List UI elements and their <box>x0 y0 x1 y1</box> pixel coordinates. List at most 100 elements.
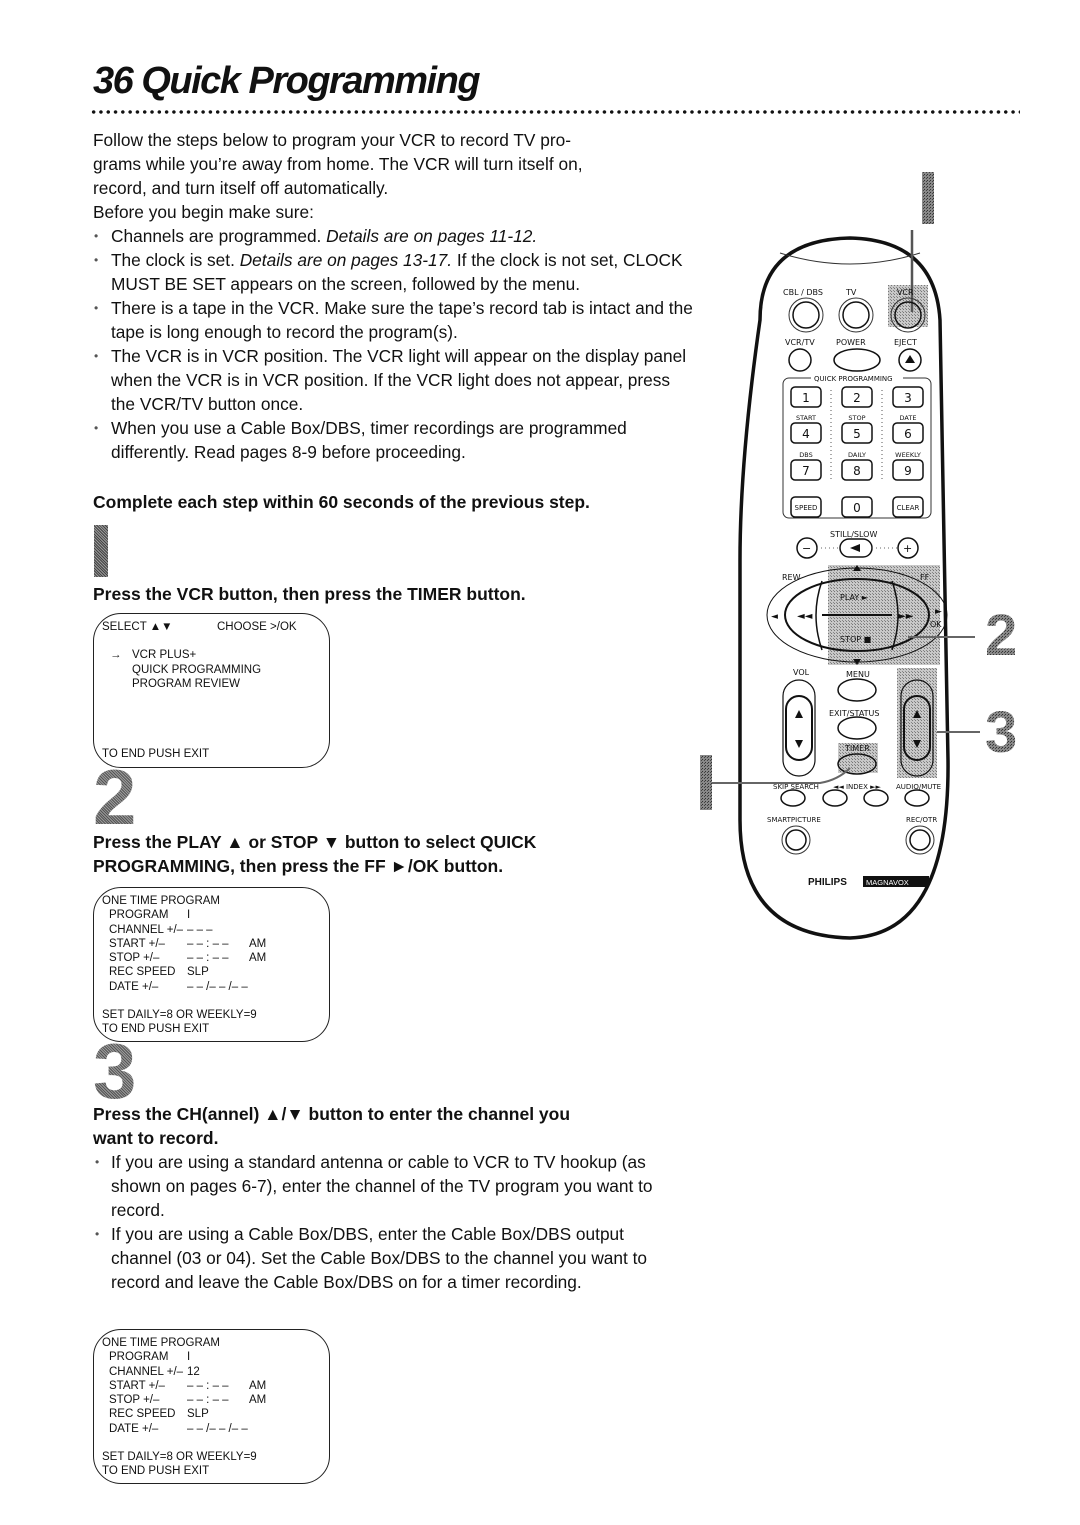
callout-step-2: 2 <box>985 603 1017 668</box>
keypad-key-label: 9 <box>904 464 912 478</box>
step-3-bullet: If you are using a standard antenna or c… <box>93 1150 683 1222</box>
step-1-screen: SELECT ▲▼ CHOOSE >/OK → VCR PLUS+ QUICK … <box>93 613 330 768</box>
label-rew: REW <box>782 573 801 582</box>
step-3-screen: ONE TIME PROGRAM PROGRAM I CHANNEL +/– 12 … <box>93 1329 330 1484</box>
keypad-key-label: 7 <box>802 464 810 478</box>
svg-text:+: + <box>903 542 912 555</box>
page-title: 36 Quick Programming <box>93 60 481 103</box>
screen-row: DATE +/– – – /– – /– – <box>109 1422 248 1435</box>
screen-row: REC SPEED SLP <box>109 1408 209 1421</box>
screen-row: DATE +/– – – /– – /– – <box>109 980 248 993</box>
intro-line: Follow the steps below to program your V… <box>93 130 571 150</box>
keypad-sublabel: DATE <box>900 414 917 422</box>
screen-footer: SET DAILY=8 OR WEEKLY=9 <box>102 1451 257 1464</box>
label-still-slow: STILL/SLOW <box>830 530 877 539</box>
screen-row: STOP +/– – – : – – AM <box>109 1394 267 1407</box>
prerequisite-item: Channels are programmed. Details are on … <box>93 224 693 248</box>
screen-row: START +/– – – : – – AM <box>109 937 267 950</box>
step-1-instruction: Press the VCR button, then press the TIM… <box>93 584 526 604</box>
label-smartpicture: SMARTPICTURE <box>767 816 821 824</box>
step-2-instruction: Press the PLAY ▲ or STOP ▼ button to sel… <box>93 832 537 876</box>
label-tv: TV <box>845 288 857 297</box>
keypad-key-label: 1 <box>802 391 810 405</box>
keypad-key-label: SPEED <box>795 504 818 512</box>
intro-line: record, and turn itself off automaticall… <box>93 178 389 198</box>
screen-row: PROGRAM I <box>109 909 191 922</box>
keypad-key-label: CLEAR <box>897 504 920 512</box>
keypad-sublabel: DBS <box>799 451 812 459</box>
brand-magnavox: MAGNAVOX <box>866 878 909 887</box>
label-menu: MENU <box>846 670 870 679</box>
callout-step-3: 3 <box>985 700 1017 765</box>
page-title-text: Quick Programming <box>141 60 480 102</box>
keypad-key-label: 6 <box>904 427 912 441</box>
screen-footer: SET DAILY=8 OR WEEKLY=9 <box>102 1009 257 1022</box>
step-1-marker-left <box>700 755 712 810</box>
step-2-screen: ONE TIME PROGRAM PROGRAM I CHANNEL +/– – –… <box>93 887 330 1042</box>
rewind-button[interactable]: ◄◄ <box>797 611 813 622</box>
arrow-right-icon: → <box>110 649 122 662</box>
remote-control-illustration: CBL / DBS TV VCR VCR/TV POWER EJECT QUIC… <box>700 172 1017 940</box>
keypad-sublabel: WEEKLY <box>895 451 921 459</box>
intro-line: Before you begin make sure: <box>93 202 314 222</box>
screen-menu-item: → VCR PLUS+ <box>102 648 321 662</box>
step-3-bullets: If you are using a standard antenna or c… <box>93 1150 683 1294</box>
left-arrow-icon: ◄ <box>771 612 778 622</box>
keypad-sublabel: DAILY <box>848 451 866 459</box>
keypad-key-label: 0 <box>853 501 861 515</box>
keypad-sublabel: START <box>796 414 816 422</box>
prerequisite-item: When you use a Cable Box/DBS, timer reco… <box>93 416 693 464</box>
intro-line: grams while you’re away from home. The V… <box>93 154 583 174</box>
screen-title: ONE TIME PROGRAM <box>102 895 220 907</box>
label-cbl-dbs: CBL / DBS <box>783 288 823 297</box>
fast-forward-button[interactable]: ►► <box>898 611 914 622</box>
step-3-number: 3 <box>93 1027 137 1115</box>
prerequisite-item: The VCR is in VCR position. The VCR ligh… <box>93 344 693 416</box>
label-ff: FF <box>920 573 930 582</box>
keypad-key-label: 3 <box>904 391 912 405</box>
label-power: POWER <box>836 338 866 347</box>
brand-philips: PHILIPS <box>808 877 847 888</box>
screen-menu-item: QUICK PROGRAMMING <box>132 663 262 676</box>
screen-row: CHANNEL +/– 12 <box>109 1365 200 1378</box>
timing-note: Complete each step within 60 seconds of … <box>93 492 590 512</box>
keypad-key-label: 8 <box>853 464 861 478</box>
label-quick-programming: QUICK PROGRAMMING <box>814 375 893 383</box>
step-1-number <box>94 525 108 577</box>
step-1-marker-top <box>922 172 934 224</box>
dotted-rule <box>90 108 1020 116</box>
label-vol: VOL <box>793 668 810 677</box>
prerequisite-item: The clock is set. Details are on pages 1… <box>93 248 693 296</box>
intro-paragraph: Follow the steps below to program your V… <box>93 128 693 224</box>
prerequisite-list: Channels are programmed. Details are on … <box>93 224 693 464</box>
label-eject: EJECT <box>894 338 917 347</box>
screen-row: START +/– – – : – – AM <box>109 1379 267 1392</box>
label-ok: OK <box>930 620 942 629</box>
screen-footer: TO END PUSH EXIT <box>102 1465 210 1478</box>
page-number: 36 <box>93 60 134 102</box>
keypad-key-label: 4 <box>802 427 810 441</box>
label-vcr: VCR <box>897 288 914 297</box>
label-otr: REC/OTR <box>906 816 937 824</box>
label-timer: TIMER <box>844 744 870 753</box>
keypad: 1 2 3 4 START 5 STOP 6 DATE 7 DBS 8 DAILY 9 WEEKLY SPEE… <box>790 386 924 518</box>
svg-text:−: − <box>802 542 811 555</box>
screen-row: STOP +/– – – : – – AM <box>109 952 267 965</box>
label-vcr-tv: VCR/TV <box>785 338 815 347</box>
keypad-key-label: 5 <box>853 427 861 441</box>
play-button[interactable]: PLAY ► <box>840 593 869 602</box>
step-3-bullet: If you are using a Cable Box/DBS, enter … <box>93 1222 683 1294</box>
screen-row: REC SPEED SLP <box>109 966 209 979</box>
keypad-sublabel: STOP <box>848 414 865 422</box>
keypad-key-label: 2 <box>853 391 861 405</box>
screen-title: ONE TIME PROGRAM <box>102 1337 220 1349</box>
step-2-number: 2 <box>93 753 137 841</box>
step-3-instruction: Press the CH(annel) ▲/▼ button to enter … <box>93 1104 571 1148</box>
screen-row: PROGRAM I <box>109 1351 191 1364</box>
right-arrow-icon: ► <box>935 607 942 617</box>
prerequisite-item: There is a tape in the VCR. Make sure th… <box>93 296 693 344</box>
screen-row: CHANNEL +/– – – – <box>109 923 213 936</box>
screen-menu-item: PROGRAM REVIEW <box>132 677 240 690</box>
stop-button[interactable]: STOP ■ <box>840 635 871 644</box>
screen-header: SELECT ▲▼ CHOOSE >/OK <box>102 621 297 633</box>
